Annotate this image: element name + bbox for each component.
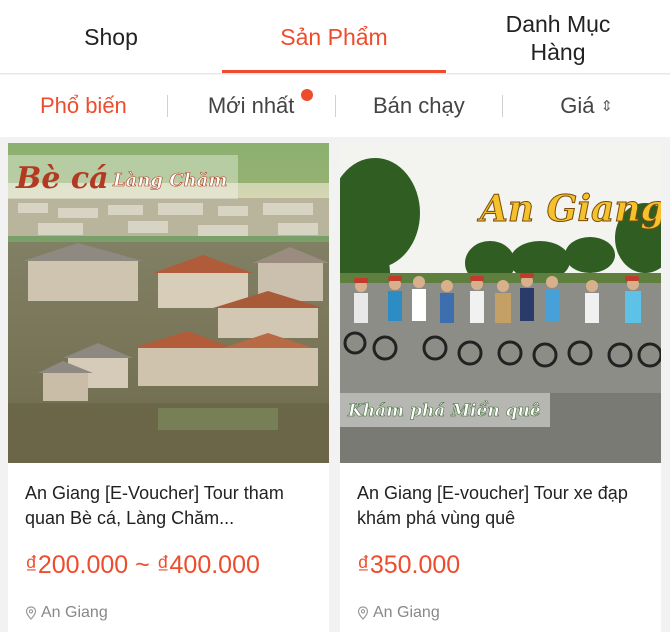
product-location-label: An Giang bbox=[373, 604, 440, 621]
product-card[interactable]: An Giang Khám phá Miền quê An Giang [E-v… bbox=[340, 143, 661, 632]
active-tab-indicator bbox=[222, 70, 446, 73]
sort-best-selling-label: Bán chạy bbox=[373, 93, 465, 118]
sort-best-selling[interactable]: Bán chạy bbox=[336, 75, 503, 137]
sort-bar: Phổ biến Mới nhất Bán chạy Giá ⇕ bbox=[0, 75, 670, 137]
location-pin-icon bbox=[25, 606, 37, 620]
tab-products[interactable]: Sản Phẩm bbox=[222, 0, 446, 73]
sort-popular[interactable]: Phổ biến bbox=[0, 75, 167, 137]
product-name: An Giang [E-Voucher] Tour tham quan Bè c… bbox=[25, 483, 284, 528]
sort-price-label: Giá bbox=[560, 93, 595, 118]
tab-categories-label-line2: Hàng bbox=[530, 38, 586, 65]
tab-categories-label: Danh Mục Hàng bbox=[506, 10, 611, 66]
product-location-label: An Giang bbox=[41, 604, 108, 621]
tab-categories-label-line1: Danh Mục bbox=[505, 10, 611, 37]
tab-products-label: Sản Phẩm bbox=[280, 23, 388, 50]
sort-newest[interactable]: Mới nhất bbox=[168, 75, 335, 137]
product-location: An Giang bbox=[25, 604, 108, 622]
sort-price[interactable]: Giá ⇕ bbox=[503, 75, 670, 137]
product-name: An Giang [E-voucher] Tour xe đạp khám ph… bbox=[357, 483, 628, 528]
image-overlay-title: An Giang bbox=[477, 188, 661, 230]
product-image: Bè cá Làng Chăm bbox=[8, 143, 329, 463]
tab-shop-label: Shop bbox=[84, 23, 138, 50]
sort-updown-icon: ⇕ bbox=[600, 97, 614, 115]
product-price: ₫350.000 bbox=[357, 551, 461, 579]
sort-newest-label: Mới nhất bbox=[207, 93, 295, 118]
product-location: An Giang bbox=[357, 604, 440, 622]
image-overlay-title: Bè cá bbox=[15, 161, 109, 196]
shop-tab-bar: Shop Sản Phẩm Danh Mục Hàng bbox=[0, 0, 670, 74]
location-pin-icon bbox=[357, 606, 369, 620]
product-price: ₫200.000 ~ ₫400.000 bbox=[25, 551, 260, 579]
tab-shop[interactable]: Shop bbox=[0, 0, 222, 73]
product-card[interactable]: Bè cá Làng Chăm An Giang [E-Voucher] Tou… bbox=[8, 143, 329, 632]
new-indicator-dot bbox=[300, 89, 313, 101]
image-overlay-subtitle: Làng Chăm bbox=[112, 170, 227, 191]
tab-categories[interactable]: Danh Mục Hàng bbox=[446, 0, 670, 73]
sort-popular-label: Phổ biến bbox=[39, 93, 127, 118]
image-overlay-subtitle: Khám phá Miền quê bbox=[347, 401, 541, 421]
product-image: An Giang Khám phá Miền quê bbox=[340, 143, 661, 463]
